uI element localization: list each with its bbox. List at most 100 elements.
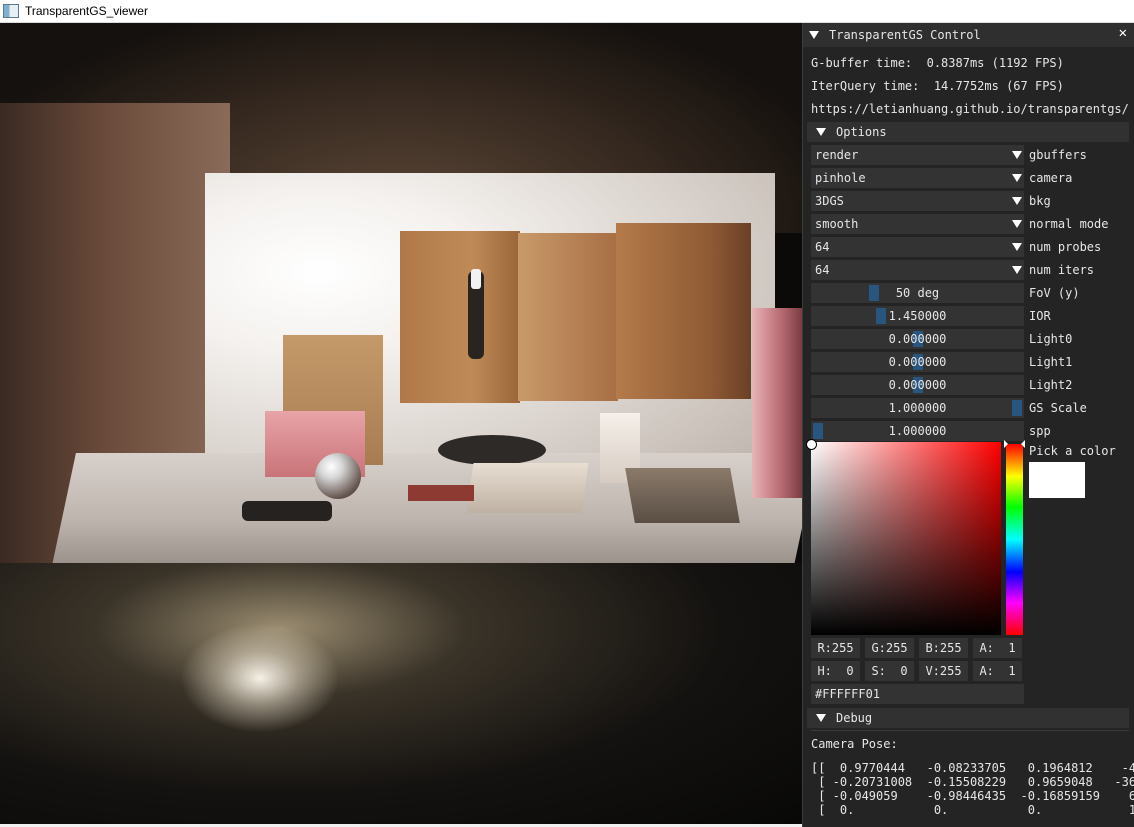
- green-field[interactable]: G:255: [865, 638, 914, 658]
- field-value: G:255: [871, 641, 908, 655]
- combo-value: smooth: [815, 217, 859, 231]
- red-field[interactable]: R:255: [811, 638, 860, 658]
- camera-row: pinhole camera: [811, 168, 1129, 188]
- slider-value: 1.000000: [888, 424, 947, 438]
- combo-label: normal mode: [1029, 217, 1109, 231]
- combo-value: 3DGS: [815, 194, 844, 208]
- triangle-down-icon[interactable]: [816, 128, 826, 136]
- camera-pose-label: Camera Pose:: [811, 737, 898, 751]
- color-picker-hue-bar[interactable]: [1006, 444, 1023, 635]
- alpha-field[interactable]: A: 1: [973, 638, 1022, 658]
- panel-title-bar[interactable]: TransparentGS Control ✕: [803, 23, 1134, 47]
- fov-row: 50 deg FoV (y): [811, 283, 1129, 303]
- scene-light-flare: [180, 623, 340, 733]
- project-url: https://letianhuang.github.io/transparen…: [811, 102, 1129, 116]
- scene-glass-apple: [315, 453, 361, 499]
- triangle-down-icon[interactable]: [816, 714, 826, 722]
- scene-handle-cap: [471, 269, 481, 289]
- num-iters-combo[interactable]: 64: [811, 260, 1024, 280]
- camera-pose-row: [ -0.049059 -0.98446435 -0.16859159 6.2: [811, 789, 1134, 803]
- normal-mode-combo[interactable]: smooth: [811, 214, 1024, 234]
- window-title-bar: TransparentGS_viewer: [0, 0, 1134, 23]
- debug-header[interactable]: Debug: [807, 708, 1129, 728]
- combo-caret-icon[interactable]: [1012, 243, 1022, 251]
- field-value: S: 0: [871, 664, 908, 678]
- scene-red-book: [408, 485, 474, 501]
- scene-pink-door: [752, 308, 802, 498]
- light1-slider[interactable]: 0.000000: [811, 352, 1024, 372]
- slider-label: FoV (y): [1029, 286, 1080, 300]
- gbuffers-combo[interactable]: render: [811, 145, 1024, 165]
- hue-marker-icon[interactable]: [1004, 440, 1025, 448]
- hue-field[interactable]: H: 0: [811, 661, 860, 681]
- combo-caret-icon[interactable]: [1012, 197, 1022, 205]
- num-probes-combo[interactable]: 64: [811, 237, 1024, 257]
- camera-pose-row: [ -0.20731008 -0.15508229 0.9659048 -36.…: [811, 775, 1134, 789]
- debug-header-label: Debug: [836, 711, 873, 725]
- slider-label: GS Scale: [1029, 401, 1087, 415]
- hex-color-input[interactable]: #FFFFFF01: [811, 684, 1024, 704]
- control-panel: TransparentGS Control ✕ G-buffer time: 0…: [802, 23, 1134, 827]
- iterquery-time: IterQuery time: 14.7752ms (67 FPS): [811, 79, 1064, 93]
- combo-label: num iters: [1029, 263, 1095, 277]
- slider-label: IOR: [1029, 309, 1051, 323]
- window-title: TransparentGS_viewer: [25, 4, 148, 18]
- slider-value: 0.000000: [888, 355, 947, 369]
- num-iters-row: 64 num iters: [811, 260, 1129, 280]
- scene-carton-right: [625, 468, 740, 523]
- scene-foreground: [0, 563, 802, 824]
- scene-cardboard-box: [616, 223, 751, 399]
- scene-cardboard-box: [400, 231, 520, 403]
- combo-value: pinhole: [815, 171, 866, 185]
- slider-value: 0.000000: [888, 332, 947, 346]
- slider-value: 0.000000: [888, 378, 947, 392]
- separator: [811, 730, 1129, 731]
- combo-value: 64: [815, 263, 830, 277]
- app-window-icon: [3, 4, 19, 18]
- combo-value: render: [815, 148, 859, 162]
- fov-slider[interactable]: 50 deg: [811, 283, 1024, 303]
- light0-slider[interactable]: 0.000000: [811, 329, 1024, 349]
- blue-field[interactable]: B:255: [919, 638, 968, 658]
- bkg-combo[interactable]: 3DGS: [811, 191, 1024, 211]
- color-picker-sv-square[interactable]: [811, 442, 1001, 635]
- combo-label: bkg: [1029, 194, 1051, 208]
- field-value: A: 1: [979, 641, 1016, 655]
- spp-slider[interactable]: 1.000000: [811, 421, 1024, 441]
- color-swatch[interactable]: [1029, 462, 1085, 498]
- scene-stone: [438, 435, 546, 465]
- options-header[interactable]: Options: [807, 122, 1129, 142]
- combo-caret-icon[interactable]: [1012, 220, 1022, 228]
- ior-slider[interactable]: 1.450000: [811, 306, 1024, 326]
- scene-dark-mat: [242, 501, 332, 521]
- value-field[interactable]: V:255: [919, 661, 968, 681]
- combo-caret-icon[interactable]: [1012, 266, 1022, 274]
- gs-scale-row: 1.000000 GS Scale: [811, 398, 1129, 418]
- slider-value: 1.450000: [888, 309, 947, 323]
- slider-label: Light0: [1029, 332, 1073, 346]
- triangle-down-icon[interactable]: [809, 31, 819, 39]
- num-probes-row: 64 num probes: [811, 237, 1129, 257]
- color-picker-cursor[interactable]: [806, 439, 817, 450]
- options-header-label: Options: [836, 125, 887, 139]
- camera-pose-row: [ 0. 0. 0. 1.: [811, 803, 1134, 817]
- camera-combo[interactable]: pinhole: [811, 168, 1024, 188]
- gbuffers-row: render gbuffers: [811, 145, 1129, 165]
- slider-value: 50 deg: [895, 286, 940, 300]
- alpha-field-hsv[interactable]: A: 1: [973, 661, 1022, 681]
- light2-slider[interactable]: 0.000000: [811, 375, 1024, 395]
- light0-row: 0.000000 Light0: [811, 329, 1129, 349]
- combo-caret-icon[interactable]: [1012, 174, 1022, 182]
- gs-scale-slider[interactable]: 1.000000: [811, 398, 1024, 418]
- ior-row: 1.450000 IOR: [811, 306, 1129, 326]
- close-icon[interactable]: ✕: [1119, 25, 1127, 41]
- combo-label: gbuffers: [1029, 148, 1087, 162]
- bkg-row: 3DGS bkg: [811, 191, 1129, 211]
- field-value: A: 1: [979, 664, 1016, 678]
- slider-label: Light1: [1029, 355, 1073, 369]
- slider-label: spp: [1029, 424, 1051, 438]
- combo-caret-icon[interactable]: [1012, 151, 1022, 159]
- saturation-field[interactable]: S: 0: [865, 661, 914, 681]
- render-viewport[interactable]: [0, 23, 802, 824]
- slider-label: Light2: [1029, 378, 1073, 392]
